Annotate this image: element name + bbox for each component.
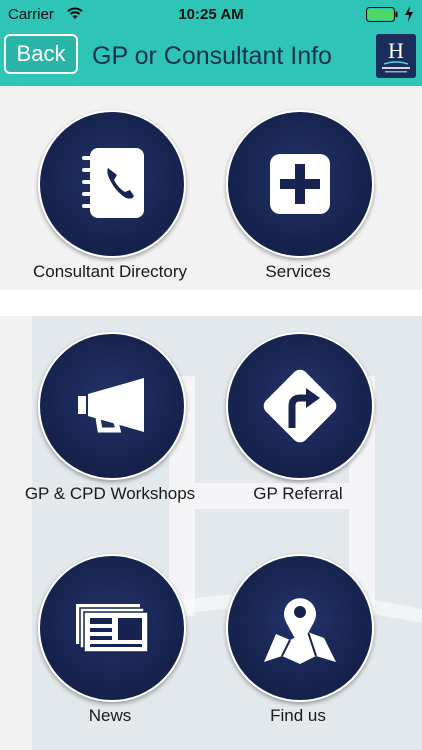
tile-label: Services [265,262,331,281]
charging-bolt-icon [405,6,413,22]
svg-text:H: H [388,38,404,63]
tile-label: GP & CPD Workshops [24,484,196,503]
status-time: 10:25 AM [178,6,244,23]
tile-consultant-directory[interactable]: Consultant Directory [20,110,200,300]
content-area: Consultant Directory Services GP & CPD W… [0,86,422,750]
tile-circle[interactable] [226,110,374,258]
hermitage-logo-icon: H [376,34,416,78]
tile-label: GP Referral [253,484,343,503]
tile-gp-cpd-workshops[interactable]: GP & CPD Workshops [20,332,200,522]
back-button[interactable]: Back [4,34,78,74]
tile-find-us[interactable]: Find us [208,554,388,744]
tile-circle[interactable] [38,110,186,258]
tile-label: Find us [270,706,326,725]
tile-label: Consultant Directory [32,262,187,281]
battery-icon [366,7,398,22]
tile-label: News [88,706,132,725]
tile-circle[interactable] [38,332,186,480]
tile-circle[interactable] [226,554,374,702]
megaphone-icon [78,378,144,433]
map-pin-icon [264,598,336,664]
tile-services[interactable]: Services [208,110,388,300]
tile-news[interactable]: News [20,554,200,744]
status-bar: Carrier 10:25 AM [0,0,422,30]
tile-gp-referral[interactable]: GP Referral [208,332,388,522]
tile-circle[interactable] [226,332,374,480]
page-title: GP or Consultant Info [92,42,332,70]
navigation-bar: Back GP or Consultant Info H [0,30,422,86]
medical-cross-icon [270,154,330,214]
tile-circle[interactable] [38,554,186,702]
newspapers-icon [76,604,149,653]
turn-right-sign-icon [263,369,337,443]
address-book-phone-icon [82,148,144,218]
